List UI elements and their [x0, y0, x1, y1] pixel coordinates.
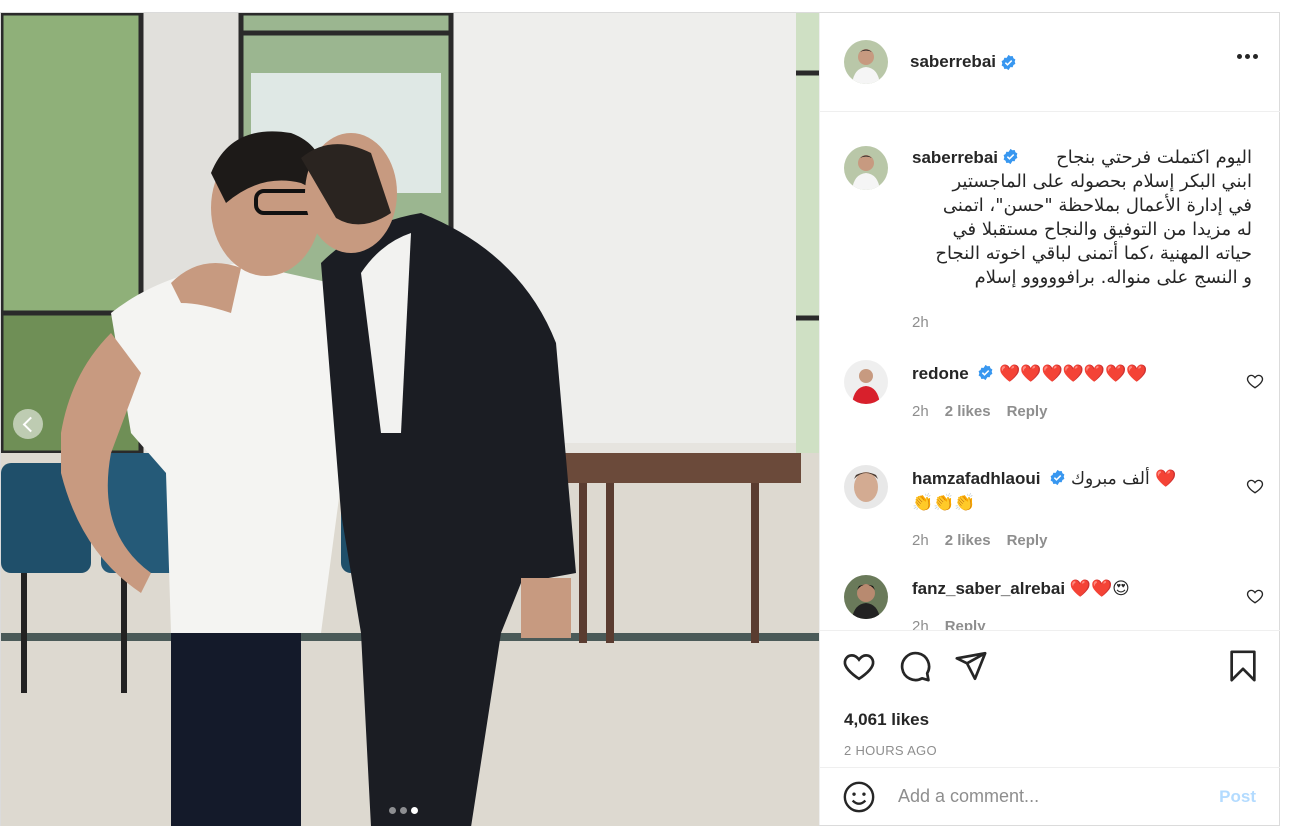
comment-username[interactable]: redone	[912, 364, 969, 383]
carousel-dot	[389, 807, 396, 814]
likes-count[interactable]: 4,061 likes	[844, 710, 929, 730]
commenter-avatar[interactable]	[844, 575, 888, 619]
comment-likes[interactable]: 2 likes	[945, 403, 991, 420]
comment-time[interactable]: 2h	[912, 618, 929, 630]
comment-line: hamzafadhlaoui ألف مبروك ❤️ 👏👏👏	[912, 467, 1176, 515]
post-photo[interactable]	[1, 13, 819, 826]
verified-badge-icon	[1003, 148, 1018, 165]
reply-button[interactable]: Reply	[1007, 403, 1048, 420]
verified-badge-icon	[1001, 54, 1016, 70]
comment-like-heart-icon[interactable]	[1246, 587, 1264, 605]
post-side-panel: saberrebai saberrebai اليوم اكتملت فرحتي…	[819, 13, 1280, 825]
comment-time[interactable]: 2h	[912, 532, 929, 549]
add-comment-input[interactable]	[898, 786, 1220, 807]
caption-time[interactable]: 2h	[912, 314, 929, 331]
comment-username[interactable]: fanz_saber_alrebai	[912, 579, 1065, 598]
reply-button[interactable]: Reply	[945, 618, 986, 630]
comment-text-emoji: 👏👏👏	[912, 493, 976, 513]
comment-like-heart-icon[interactable]	[1246, 372, 1264, 390]
more-options-icon[interactable]	[1237, 54, 1258, 59]
verified-badge-icon	[1050, 469, 1065, 486]
add-comment-bar: Post	[820, 767, 1280, 825]
carousel-dot	[400, 807, 407, 814]
post-timestamp[interactable]: 2 HOURS AGO	[844, 743, 937, 758]
comment-meta: 2h Reply	[912, 618, 986, 630]
commenter-avatar[interactable]	[844, 360, 888, 404]
author-avatar[interactable]	[844, 40, 888, 84]
carousel-dot-active	[411, 807, 418, 814]
comment-text: ألف مبروك ❤️	[1070, 469, 1177, 489]
caption-username[interactable]: saberrebai	[912, 146, 1019, 170]
comment-username[interactable]: hamzafadhlaoui	[912, 469, 1040, 488]
comment-likes[interactable]: 2 likes	[945, 532, 991, 549]
reply-button[interactable]: Reply	[1007, 532, 1048, 549]
comment-like-heart-icon[interactable]	[1246, 477, 1264, 495]
carousel-prev-icon[interactable]	[13, 409, 43, 439]
post-comment-button[interactable]: Post	[1219, 787, 1256, 807]
author-username[interactable]: saberrebai	[910, 52, 996, 72]
comments-list[interactable]: saberrebai اليوم اكتملت فرحتي بنجاح ابني…	[820, 113, 1280, 630]
comment-meta: 2h 2 likes Reply	[912, 532, 1047, 549]
comment-line: redone ❤️❤️❤️❤️❤️❤️❤️	[912, 362, 1147, 386]
post-dialog: saberrebai saberrebai اليوم اكتملت فرحتي…	[0, 12, 1280, 826]
comment-time[interactable]: 2h	[912, 403, 929, 420]
comment-line: fanz_saber_alrebai ❤️❤️😍	[912, 577, 1130, 601]
heart-icon[interactable]	[842, 649, 876, 683]
post-actions: 4,061 likes 2 HOURS AGO Post	[820, 630, 1280, 825]
comment-icon[interactable]	[898, 649, 932, 683]
emoji-icon[interactable]	[842, 780, 876, 814]
caption-avatar[interactable]	[844, 146, 888, 190]
photo-illustration	[1, 13, 819, 826]
commenter-avatar[interactable]	[844, 465, 888, 509]
comment-meta: 2h 2 likes Reply	[912, 403, 1047, 420]
carousel-dots	[389, 807, 418, 814]
caption-body: saberrebai اليوم اكتملت فرحتي بنجاح ابني…	[912, 146, 1252, 290]
post-header: saberrebai	[820, 13, 1280, 112]
bookmark-icon[interactable]	[1226, 649, 1260, 683]
comment-text: ❤️❤️❤️❤️❤️❤️❤️	[999, 364, 1148, 384]
share-icon[interactable]	[954, 649, 988, 683]
comment-text: ❤️❤️😍	[1069, 579, 1130, 599]
verified-badge-icon	[979, 364, 993, 381]
